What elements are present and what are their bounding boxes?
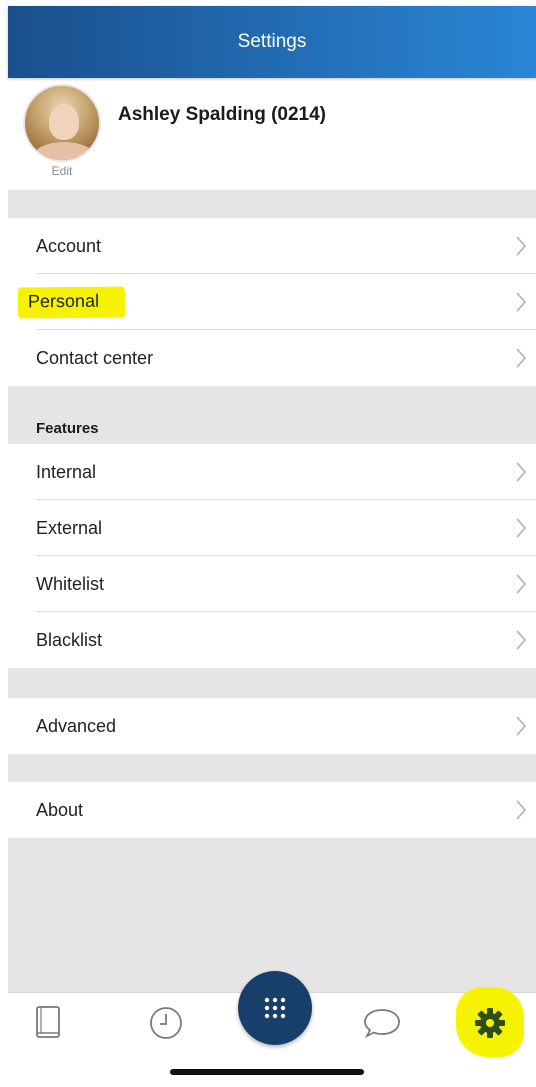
settings-item-label: About [36, 799, 84, 820]
section-header-features: Features [8, 386, 536, 444]
settings-item-personal[interactable]: Personal [8, 274, 536, 330]
tab-contacts[interactable] [18, 993, 78, 1053]
settings-item-advanced[interactable]: Advanced [8, 698, 536, 754]
settings-item-label: Advanced [36, 715, 117, 736]
settings-item-label: Personal [17, 286, 126, 318]
chat-bubble-icon [364, 1009, 400, 1039]
settings-item-label: Contact center [36, 347, 154, 368]
chevron-right-icon [516, 574, 527, 594]
settings-item-blacklist[interactable]: Blacklist [8, 612, 536, 668]
clock-history-icon [150, 1007, 182, 1039]
chevron-right-icon [516, 236, 527, 256]
settings-item-label: Blacklist [36, 629, 103, 650]
tab-bar [8, 971, 536, 1062]
settings-item-label: Account [36, 235, 102, 256]
settings-item-about[interactable]: About [8, 782, 536, 838]
avatar-container[interactable]: Edit [22, 84, 102, 178]
settings-item-label: Whitelist [36, 573, 105, 594]
settings-item-external[interactable]: External [8, 500, 536, 556]
empty-background [8, 838, 536, 992]
tab-chat[interactable] [352, 993, 412, 1053]
gear-icon [475, 1008, 505, 1038]
tab-history[interactable] [136, 993, 196, 1053]
settings-item-contact-center[interactable]: Contact center [8, 330, 536, 386]
chevron-right-icon [516, 518, 527, 538]
settings-screen: Settings Edit Ashley Spalding (0214) Acc… [8, 6, 536, 1087]
dialpad-icon [264, 997, 286, 1019]
dialpad-button[interactable] [238, 971, 312, 1045]
chevron-right-icon [516, 462, 527, 482]
page-title: Settings [237, 31, 307, 52]
contacts-book-icon [36, 1006, 60, 1038]
profile-name: Ashley Spalding (0214) [118, 104, 327, 125]
home-indicator[interactable] [170, 1069, 364, 1075]
settings-item-internal[interactable]: Internal [8, 444, 536, 500]
avatar-edit-link[interactable]: Edit [22, 164, 102, 178]
chevron-right-icon [516, 348, 527, 368]
chevron-right-icon [516, 292, 527, 312]
section-header-label: Features [36, 420, 99, 437]
chevron-right-icon [516, 800, 527, 820]
avatar[interactable] [23, 84, 101, 162]
chevron-right-icon [516, 630, 527, 650]
navigation-bar: Settings [8, 6, 536, 78]
profile-card: Edit Ashley Spalding (0214) [8, 78, 536, 190]
section-gap [8, 754, 536, 782]
settings-item-account[interactable]: Account [8, 218, 536, 274]
settings-item-label: External [36, 517, 103, 538]
settings-item-label: Internal [36, 461, 97, 482]
section-gap [8, 190, 536, 218]
chevron-right-icon [516, 716, 527, 736]
tab-settings[interactable] [460, 993, 520, 1053]
settings-item-whitelist[interactable]: Whitelist [8, 556, 536, 612]
section-gap [8, 668, 536, 698]
